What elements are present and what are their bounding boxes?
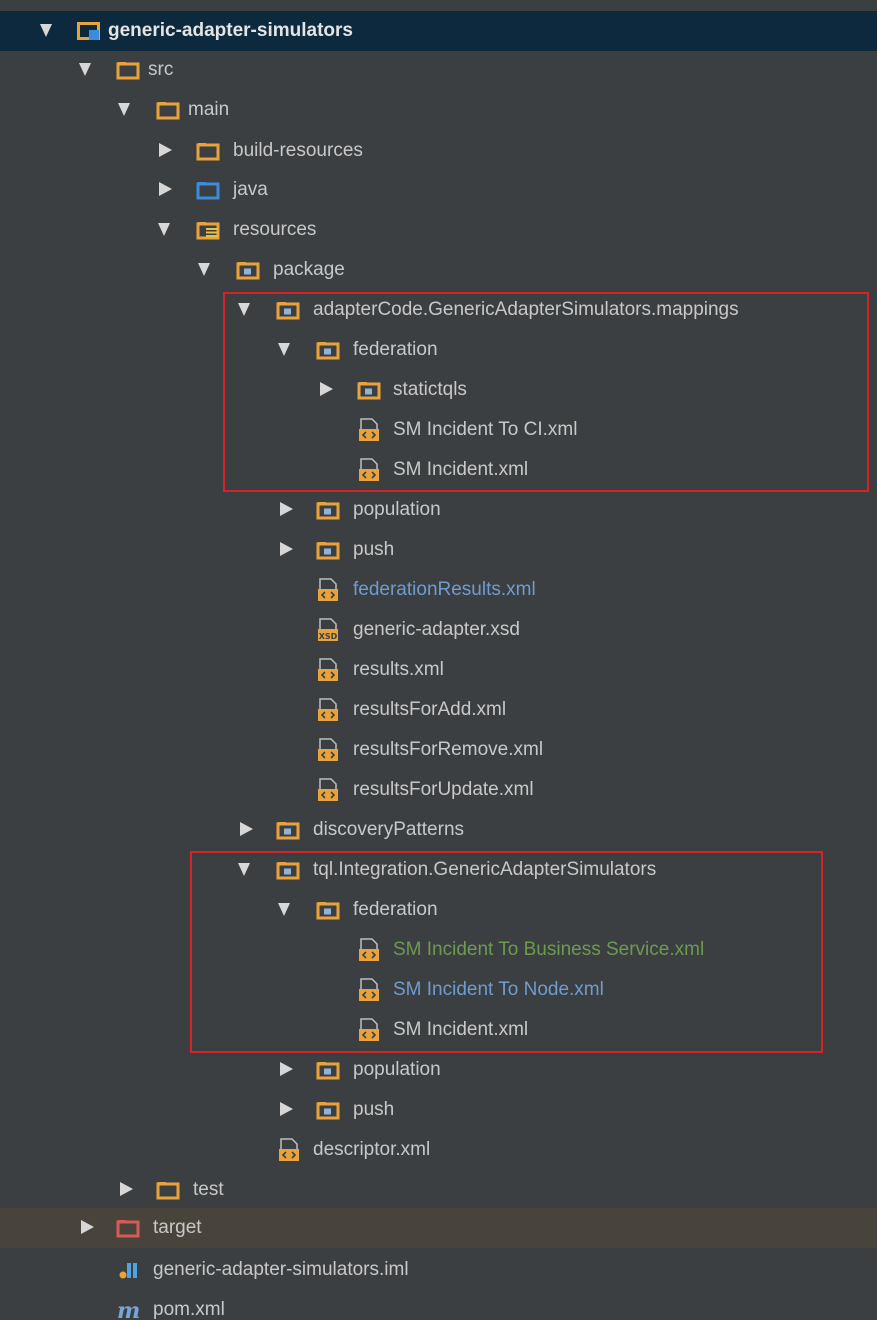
chevron-down-icon[interactable] [198,263,210,276]
tree-row-iml-file[interactable]: generic-adapter-simulators.iml [0,1250,877,1290]
chevron-right-icon[interactable] [159,182,172,196]
project-tree: generic-adapter-simulators src main buil… [0,0,877,1320]
svg-text:XSD: XSD [319,632,338,641]
xml-file-icon [316,738,340,762]
folder-icon [156,98,180,122]
tree-row-results-for-update[interactable]: resultsForUpdate.xml [0,770,877,810]
chevron-down-icon[interactable] [79,63,91,76]
package-icon [316,1058,340,1082]
highlight-box-mappings [223,292,869,492]
tree-label-results-for-update: resultsForUpdate.xml [353,779,534,800]
chevron-right-icon[interactable] [159,143,172,157]
tree-label-generic-adapter-xsd: generic-adapter.xsd [353,619,520,640]
tree-label-push-2: push [353,1099,395,1120]
resources-folder-icon [196,218,220,242]
tree-label-java: java [233,179,268,200]
tree-row-results-for-remove[interactable]: resultsForRemove.xml [0,730,877,770]
chevron-right-icon[interactable] [280,1062,293,1076]
tree-label-resources: resources [233,219,317,240]
tree-row-population-1[interactable]: population [0,490,877,530]
package-icon [276,818,300,842]
source-folder-icon [196,178,220,202]
tree-label-results-for-remove: resultsForRemove.xml [353,739,544,760]
chevron-right-icon[interactable] [280,502,293,516]
tree-row-push-1[interactable]: push [0,530,877,570]
tree-label-results-for-add: resultsForAdd.xml [353,699,507,720]
chevron-down-icon[interactable] [40,24,52,37]
chevron-right-icon[interactable] [280,1102,293,1116]
tree-label-root: generic-adapter-simulators [108,20,353,41]
tree-row-descriptor[interactable]: descriptor.xml [0,1130,877,1170]
chevron-right-icon[interactable] [280,542,293,556]
tree-row-discovery-patterns[interactable]: discoveryPatterns [0,810,877,850]
folder-icon [156,1178,180,1202]
tree-label-test: test [193,1179,224,1200]
folder-icon [116,58,140,82]
svg-text:m: m [117,1298,140,1320]
package-icon [236,258,260,282]
tree-label-federation-results: federationResults.xml [353,579,536,600]
tree-row-build-resources[interactable]: build-resources [0,131,877,171]
tree-row-target[interactable]: target [0,1208,877,1248]
tree-row-results[interactable]: results.xml [0,650,877,690]
chevron-down-icon[interactable] [158,223,170,236]
xml-file-icon [316,658,340,682]
tree-label-population-2: population [353,1059,441,1080]
tree-row-src[interactable]: src [0,50,877,90]
tree-row-push-2[interactable]: push [0,1090,877,1130]
tree-label-main: main [188,99,230,120]
tree-row-generic-adapter-xsd[interactable]: XSD generic-adapter.xsd [0,610,877,650]
tree-label-src: src [148,59,174,80]
tree-label-target: target [153,1217,202,1238]
tree-row-java[interactable]: java [0,170,877,210]
xml-file-icon [277,1138,301,1162]
tree-row-federation-results[interactable]: federationResults.xml [0,570,877,610]
highlight-box-tql [190,851,823,1053]
chevron-right-icon[interactable] [81,1220,94,1234]
module-folder-icon [77,19,101,43]
xml-file-icon [316,778,340,802]
tree-row-main[interactable]: main [0,90,877,130]
xml-file-icon [316,578,340,602]
tree-row-population-2[interactable]: population [0,1050,877,1090]
chevron-right-icon[interactable] [240,822,253,836]
tree-label-descriptor: descriptor.xml [313,1139,431,1160]
maven-icon: m [117,1298,141,1320]
package-icon [316,498,340,522]
tree-row-pom[interactable]: m pom.xml [0,1290,877,1320]
tree-row-results-for-add[interactable]: resultsForAdd.xml [0,690,877,730]
chevron-down-icon[interactable] [118,103,130,116]
chevron-right-icon[interactable] [120,1182,133,1196]
tree-label-population-1: population [353,499,441,520]
package-icon [316,538,340,562]
package-icon [316,1098,340,1122]
excluded-folder-icon [116,1216,140,1240]
tree-label-iml-file: generic-adapter-simulators.iml [153,1259,409,1280]
tree-label-package: package [273,259,345,280]
tree-row-package[interactable]: package [0,250,877,290]
tree-row-resources[interactable]: resources [0,210,877,250]
tree-row-test[interactable]: test [0,1170,877,1210]
tree-label-results: results.xml [353,659,444,680]
tree-label-pom: pom.xml [153,1299,225,1320]
folder-icon [196,139,220,163]
tree-label-build-resources: build-resources [233,140,363,161]
xml-file-icon [316,698,340,722]
module-icon [117,1258,141,1282]
tree-row-root[interactable]: generic-adapter-simulators [0,11,877,51]
tree-label-discovery-patterns: discoveryPatterns [313,819,465,840]
tree-label-push-1: push [353,539,395,560]
xsd-file-icon: XSD [316,618,340,642]
